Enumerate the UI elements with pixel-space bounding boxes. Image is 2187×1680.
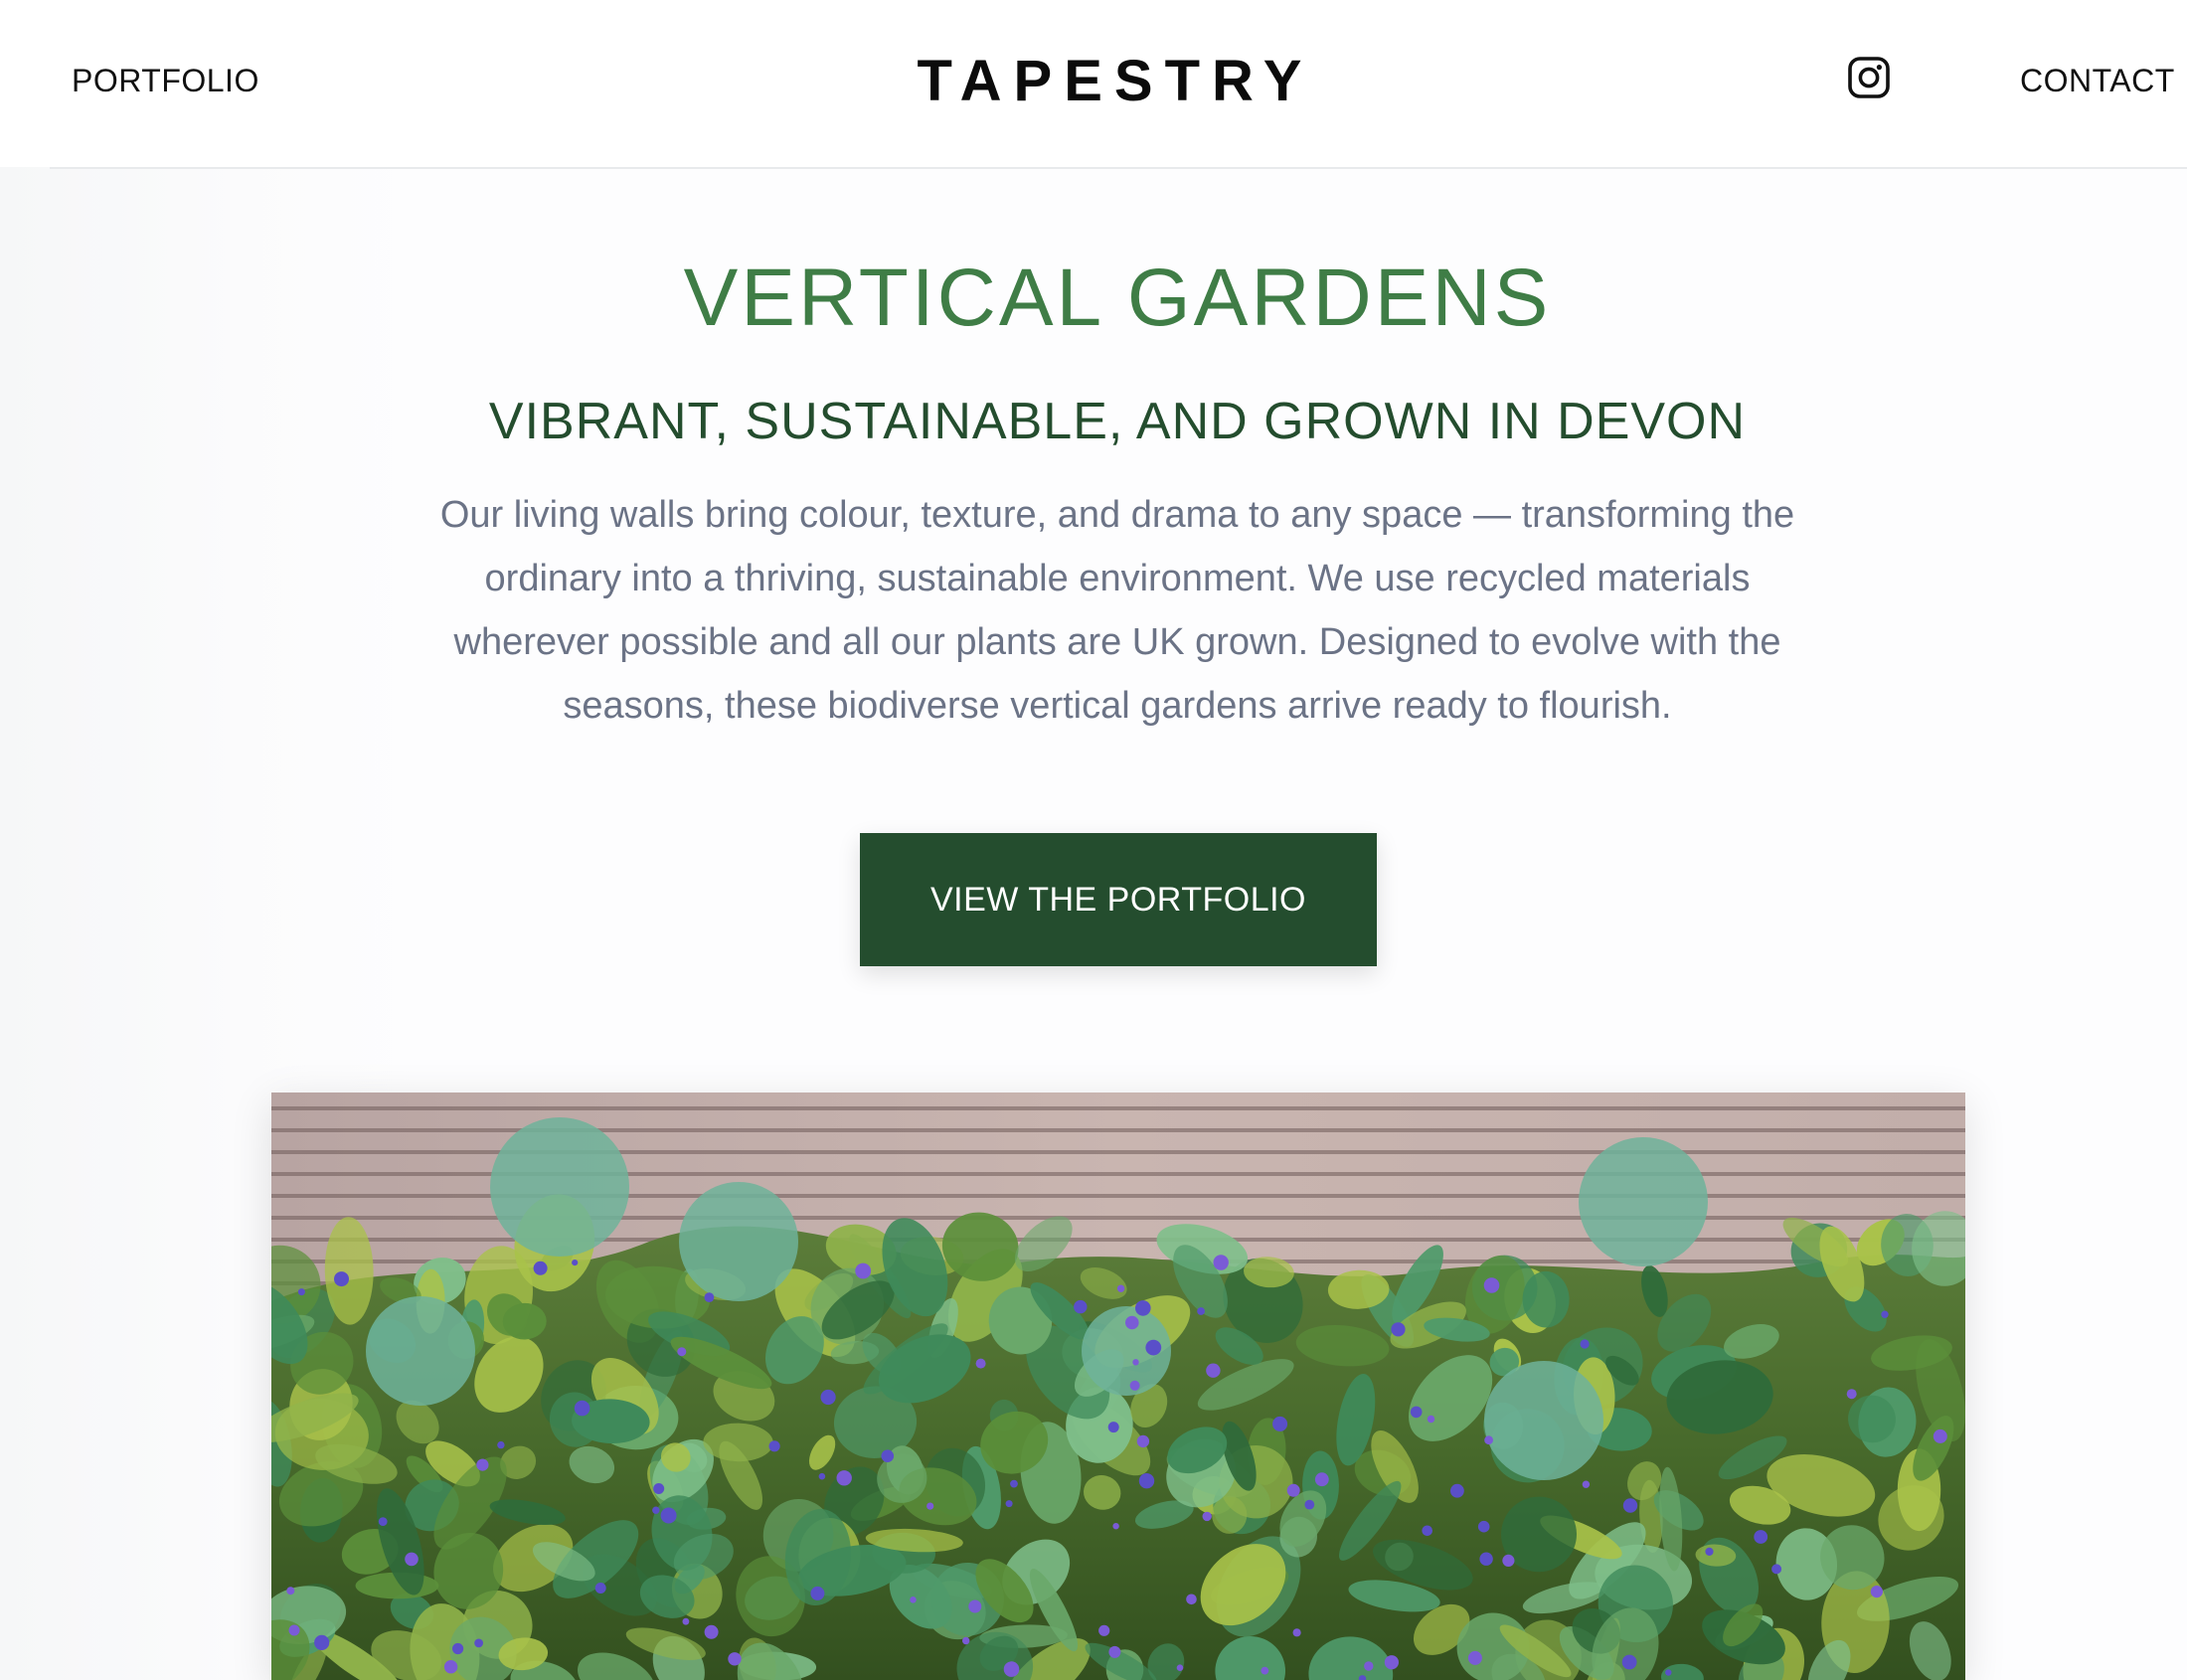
site-header: PORTFOLIO TAPESTRY CONTACT: [0, 0, 2187, 167]
hero-subtitle: VIBRANT, SUSTAINABLE, AND GROWN IN DEVON: [488, 393, 1747, 450]
instagram-icon[interactable]: [1847, 56, 1891, 99]
header-divider: [50, 167, 2187, 169]
garden-photo: [271, 1092, 1965, 1680]
hero-description: Our living walls bring colour, texture, …: [439, 494, 1795, 727]
page: PORTFOLIO TAPESTRY CONTACT VERTICAL GARD…: [0, 0, 2187, 1680]
garden-illustration: [271, 1092, 1965, 1680]
nav-contact-link[interactable]: CONTACT: [2020, 58, 2175, 103]
view-portfolio-button[interactable]: VIEW THE PORTFOLIO: [860, 833, 1377, 966]
hero-title: VERTICAL GARDENS: [683, 252, 1552, 343]
